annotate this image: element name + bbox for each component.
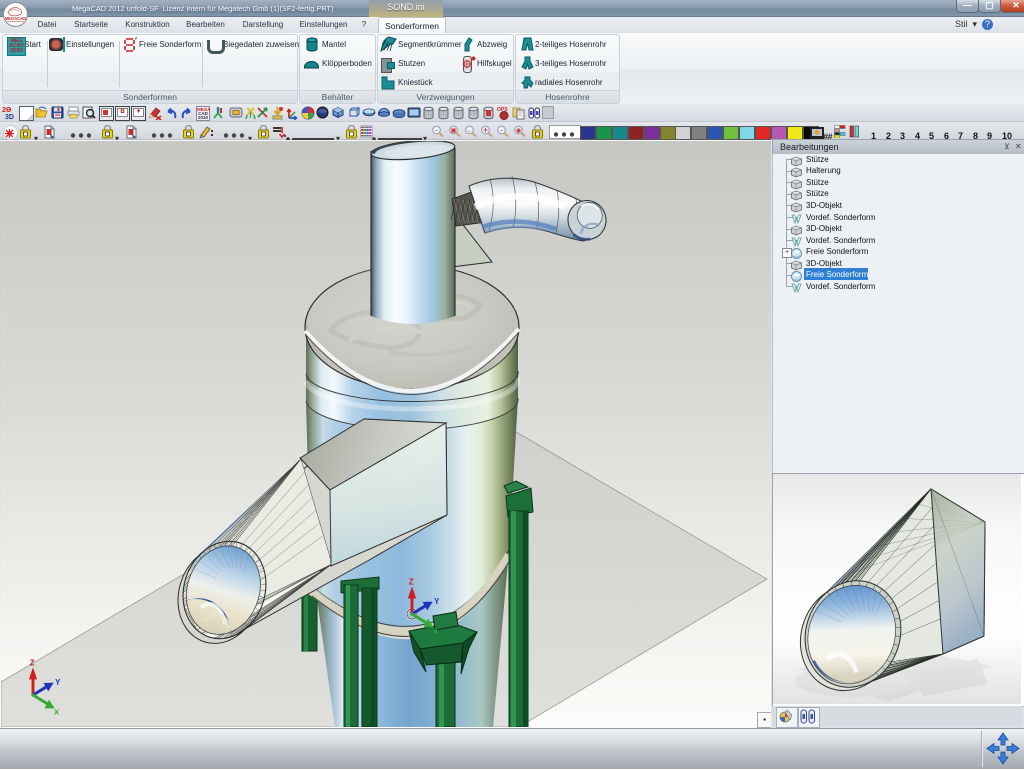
svg-text:–: –: [500, 128, 503, 134]
svg-text:Z: Z: [409, 578, 414, 587]
svg-text:2ϴ: 2ϴ: [2, 107, 12, 114]
svg-text:Y: Y: [55, 678, 61, 687]
svg-text:✛: ✛: [483, 127, 488, 134]
svg-text:↔: ↔: [467, 128, 473, 134]
svg-text:▣: ▣: [451, 128, 457, 134]
svg-text:X: X: [54, 707, 59, 716]
svg-text:3D: 3D: [5, 114, 14, 120]
svg-text:MEGACAD: MEGACAD: [5, 16, 27, 21]
svg-text:Y: Y: [434, 597, 440, 606]
svg-text:Z: Z: [30, 659, 35, 668]
svg-text:X: X: [433, 626, 438, 635]
svg-text:–: –: [435, 128, 438, 134]
